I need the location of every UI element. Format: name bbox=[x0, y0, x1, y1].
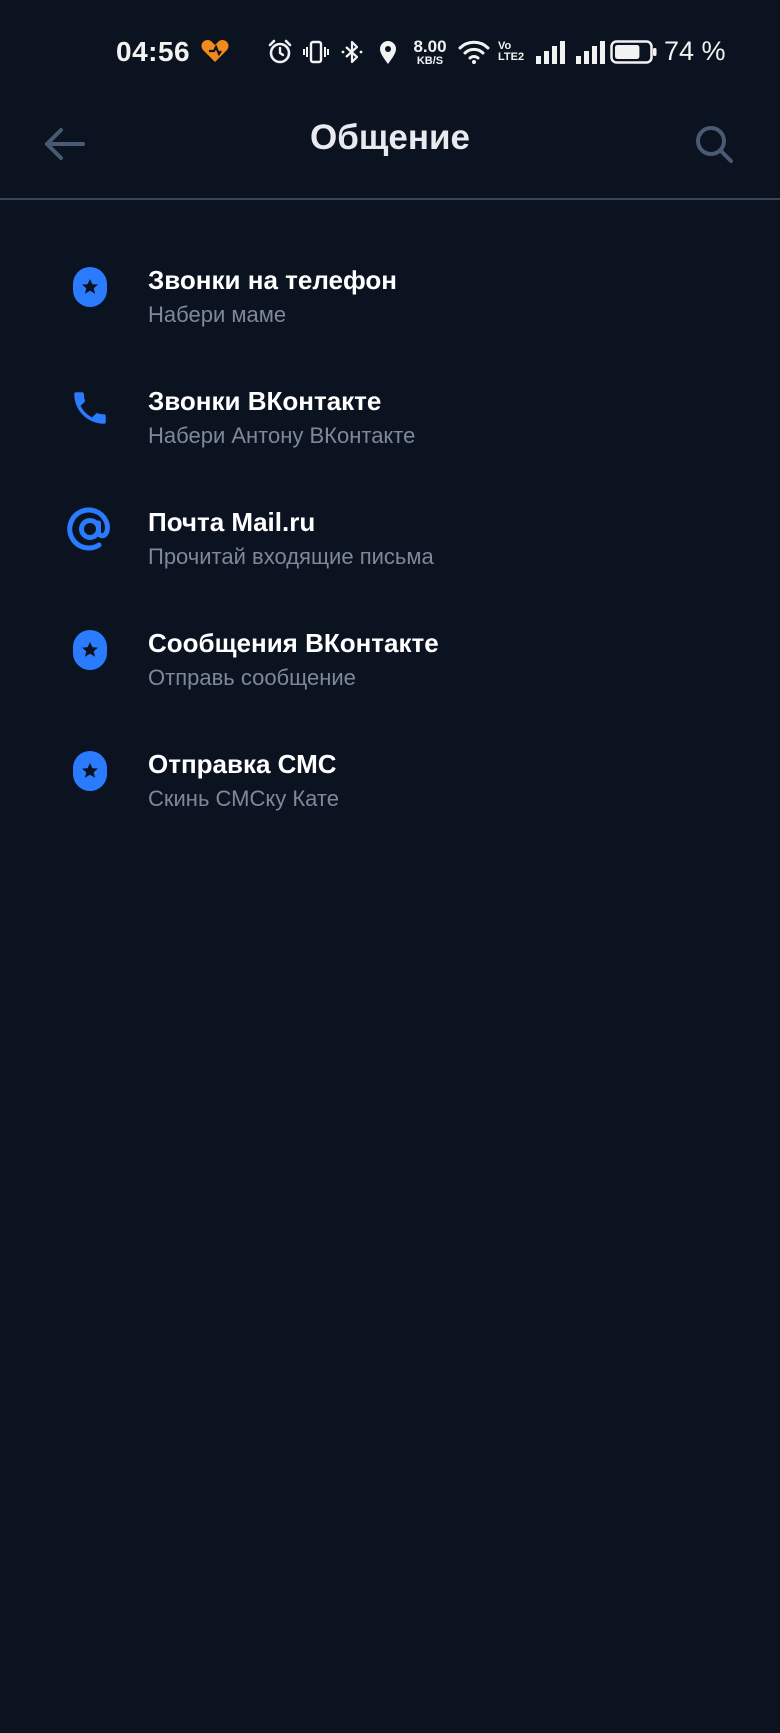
battery-icon bbox=[610, 40, 657, 64]
network-speed-value: 8.00 bbox=[413, 36, 447, 56]
item-subtitle: Прочитай входящие письма bbox=[148, 544, 434, 569]
page-title: Общение bbox=[310, 118, 470, 157]
network-speed: 8.00 KB/S bbox=[410, 38, 450, 67]
list-item-sms[interactable]: Отправка СМС Скинь СМСку Кате bbox=[0, 715, 780, 836]
item-title: Почта Mail.ru bbox=[148, 507, 316, 537]
item-title: Звонки на телефон bbox=[148, 265, 397, 295]
screen: 04:56 8.00 KB/S Vo LTE2 74 % Общение Зво… bbox=[0, 0, 780, 1733]
list-item-mail-ru[interactable]: Почта Mail.ru Прочитай входящие письма bbox=[0, 473, 780, 594]
item-title: Отправка СМС bbox=[148, 749, 337, 779]
item-title: Сообщения ВКонтакте bbox=[148, 628, 439, 658]
at-sign-icon bbox=[64, 503, 116, 555]
signal-icon bbox=[536, 41, 565, 64]
wifi-icon bbox=[458, 40, 490, 64]
app-header: Общение bbox=[0, 104, 780, 199]
vibrate-icon bbox=[303, 40, 329, 64]
item-title: Звонки ВКонтакте bbox=[148, 386, 382, 416]
star-badge-icon bbox=[64, 745, 116, 797]
item-subtitle: Отправь сообщение bbox=[148, 665, 356, 690]
item-subtitle: Набери маме bbox=[148, 302, 287, 327]
list-item-vk-messages[interactable]: Сообщения ВКонтакте Отправь сообщение bbox=[0, 594, 780, 715]
star-badge-icon bbox=[64, 261, 116, 313]
star-badge-icon bbox=[64, 624, 116, 676]
search-button[interactable] bbox=[688, 118, 740, 170]
item-subtitle: Набери Антону ВКонтакте bbox=[148, 423, 416, 448]
alarm-icon bbox=[268, 39, 292, 64]
skills-list: Звонки на телефон Набери маме Звонки ВКо… bbox=[0, 231, 780, 836]
list-item-phone-calls[interactable]: Звонки на телефон Набери маме bbox=[0, 231, 780, 352]
location-icon bbox=[380, 41, 396, 64]
network-speed-unit: KB/S bbox=[416, 54, 444, 67]
battery-percent: 74 % bbox=[664, 36, 726, 66]
search-icon bbox=[696, 126, 733, 163]
app-notification-icon bbox=[201, 39, 229, 62]
item-subtitle: Скинь СМСку Кате bbox=[148, 786, 339, 811]
signal-icon bbox=[576, 41, 605, 64]
volte-bottom: LTE2 bbox=[498, 51, 525, 63]
phone-icon bbox=[64, 382, 116, 434]
header-divider bbox=[0, 198, 780, 200]
status-icons: 8.00 KB/S Vo LTE2 bbox=[266, 36, 606, 68]
list-item-vk-calls[interactable]: Звонки ВКонтакте Набери Антону ВКонтакте bbox=[0, 352, 780, 473]
volte-indicator: Vo LTE2 bbox=[498, 41, 526, 63]
bluetooth-icon bbox=[341, 40, 363, 64]
status-bar: 04:56 8.00 KB/S Vo LTE2 74 % bbox=[0, 0, 780, 104]
status-time: 04:56 bbox=[116, 36, 191, 67]
